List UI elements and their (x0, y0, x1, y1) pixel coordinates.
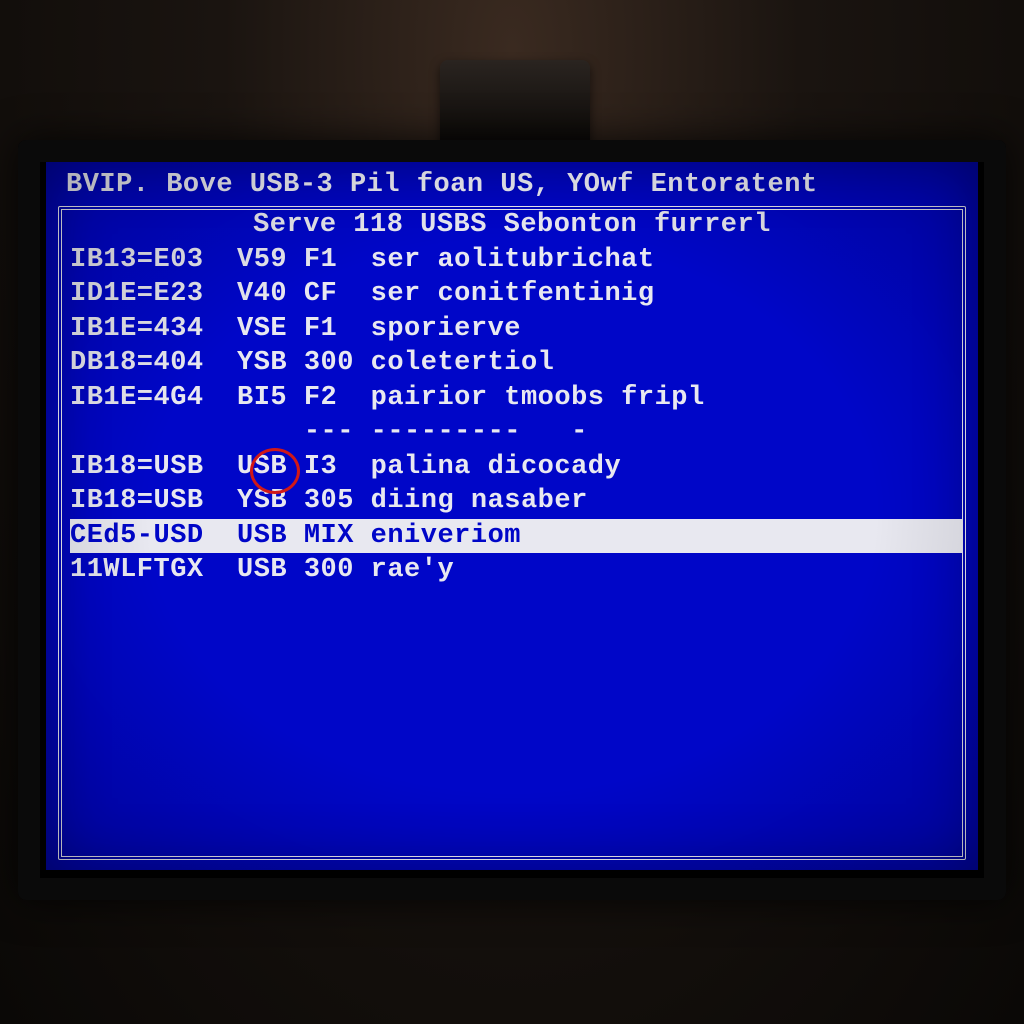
boot-menu-item[interactable]: CEd5-USD USB MIX eniveriom (70, 519, 962, 554)
bios-header: BVIP. Bove USB-3 Pil foan US, YOwf Entor… (46, 168, 978, 207)
boot-menu-item[interactable]: --- --------- - (70, 415, 962, 450)
boot-menu-item[interactable]: IB1E=434 VSE F1 sporierve (70, 312, 962, 347)
boot-menu-item[interactable]: ID1E=E23 V40 CF ser conitfentinig (70, 277, 962, 312)
webcam-silhouette (440, 60, 590, 150)
boot-menu-item[interactable]: 11WLFTGX USB 300 rae'y (70, 553, 962, 588)
bios-frame: Serve 118 USBS Sebonton furrerl IB13=E03… (58, 206, 966, 860)
boot-menu-item[interactable]: IB18=USB USB I3 palina dicocady (70, 450, 962, 485)
boot-menu-item[interactable]: IB18=USB YSB 305 diing nasaber (70, 484, 962, 519)
boot-menu-list[interactable]: IB13=E03 V59 F1 ser aolitubrichatID1E=E2… (62, 243, 962, 588)
boot-menu-item[interactable]: DB18=404 YSB 300 coletertiol (70, 346, 962, 381)
monitor-bezel: BVIP. Bove USB-3 Pil foan US, YOwf Entor… (18, 140, 1006, 900)
bios-screen: BVIP. Bove USB-3 Pil foan US, YOwf Entor… (46, 162, 978, 870)
boot-menu-item[interactable]: IB1E=4G4 BI5 F2 pairior tmoobs fripl (70, 381, 962, 416)
boot-menu-item[interactable]: IB13=E03 V59 F1 ser aolitubrichat (70, 243, 962, 278)
frame-title: Serve 118 USBS Sebonton furrerl (62, 208, 962, 243)
